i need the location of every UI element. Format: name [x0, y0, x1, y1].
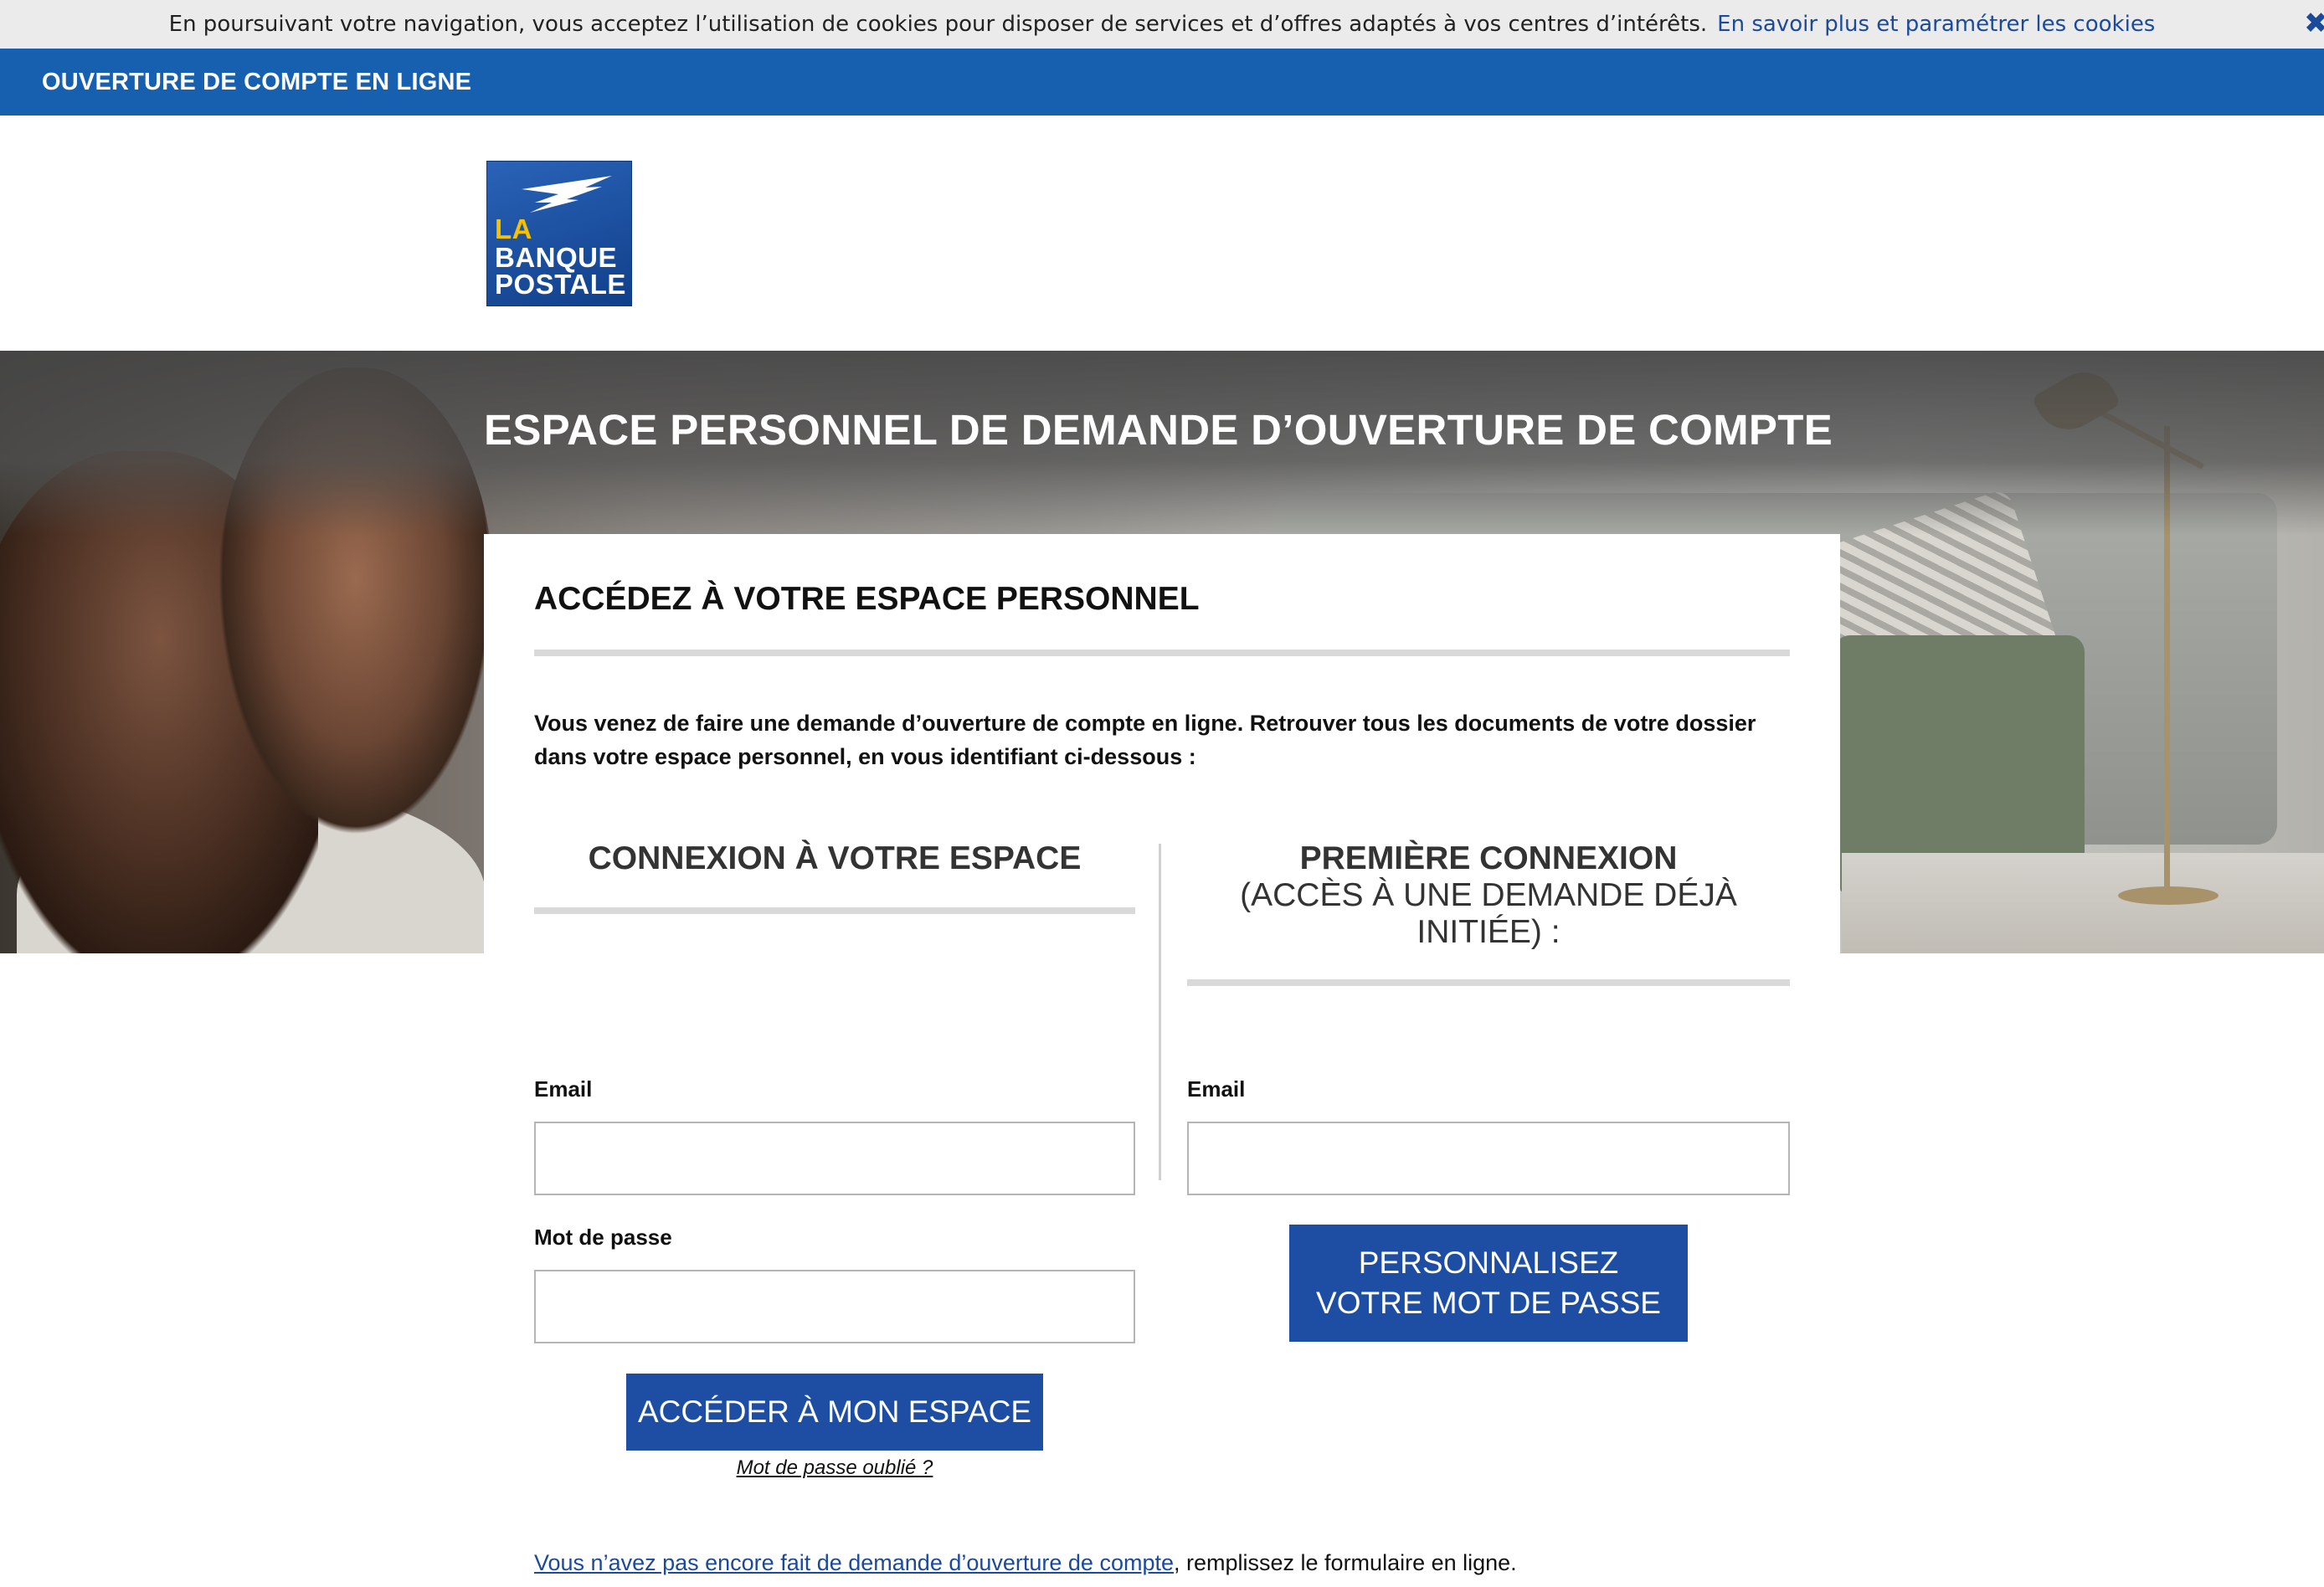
login-title-divider — [534, 907, 1135, 914]
access-space-button[interactable]: ACCÉDER À MON ESPACE — [626, 1374, 1043, 1451]
intro-text: Vous venez de faire une demande d’ouvert… — [534, 711, 1756, 769]
close-icon[interactable]: ✖ — [2304, 7, 2324, 40]
password-input[interactable] — [534, 1270, 1135, 1343]
password-label: Mot de passe — [534, 1225, 672, 1250]
signup-prompt: Vous n’avez pas encore fait de demande d… — [534, 1550, 1517, 1576]
first-email-label: Email — [1187, 1076, 1246, 1102]
lamp-base-graphic — [2118, 886, 2219, 905]
column-divider — [1159, 844, 1161, 1180]
customize-password-button[interactable]: PERSONNALISEZ VOTRE MOT DE PASSE — [1289, 1225, 1688, 1342]
page-title: ESPACE PERSONNEL DE DEMANDE D’OUVERTURE … — [484, 406, 1833, 454]
cookie-banner-text: En poursuivant votre navigation, vous ac… — [168, 12, 1708, 37]
signup-prompt-text: , remplissez le formulaire en ligne. — [1174, 1550, 1517, 1575]
logo-text-postale: POSTALE — [495, 269, 626, 300]
login-section-title: CONNEXION À VOTRE ESPACE — [588, 840, 1082, 876]
la-banque-postale-logo[interactable]: LA BANQUE POSTALE — [486, 161, 632, 306]
first-connection-title: PREMIÈRE CONNEXION (ACCÈS À UNE DEMANDE … — [1187, 840, 1790, 951]
first-connection-title-main: PREMIÈRE CONNEXION — [1299, 840, 1678, 876]
top-header-bar: OUVERTURE DE COMPTE EN LIGNE — [0, 49, 2324, 116]
cookie-banner: En poursuivant votre navigation, vous ac… — [0, 0, 2324, 49]
logo-text-banque: BANQUE — [495, 242, 618, 273]
card-title: ACCÉDEZ À VOTRE ESPACE PERSONNEL — [534, 581, 1200, 617]
login-email-label: Email — [534, 1076, 593, 1102]
first-connection-title-sub: (ACCÈS À UNE DEMANDE DÉJÀ INITIÉE) : — [1240, 877, 1737, 950]
first-connection-divider — [1187, 979, 1790, 986]
forgot-password-link[interactable]: Mot de passe oublié ? — [534, 1456, 1135, 1480]
cookie-settings-link[interactable]: En savoir plus et paramétrer les cookies — [1717, 12, 2155, 37]
first-email-input[interactable] — [1187, 1122, 1790, 1195]
signup-link[interactable]: Vous n’avez pas encore fait de demande d… — [534, 1550, 1174, 1575]
floor-graphic — [1842, 853, 2324, 953]
header-title[interactable]: OUVERTURE DE COMPTE EN LIGNE — [42, 69, 471, 96]
title-divider — [534, 650, 1790, 656]
logo-text-la: LA — [495, 213, 532, 244]
login-card: ACCÉDEZ À VOTRE ESPACE PERSONNEL Vous ve… — [484, 534, 1840, 1488]
login-email-input[interactable] — [534, 1122, 1135, 1195]
